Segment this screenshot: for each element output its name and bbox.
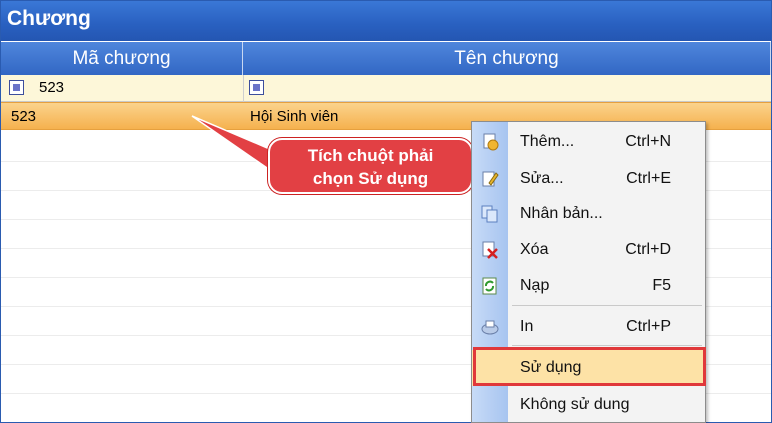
menu-item-shortcut: Ctrl+P — [626, 318, 671, 335]
refresh-icon — [482, 277, 497, 295]
menu-item-add[interactable]: Thêm... Ctrl+N — [472, 124, 705, 160]
menu-item-label: Không sử dung — [520, 396, 630, 413]
menu-item-label: Xóa — [520, 241, 549, 258]
menu-item-edit[interactable]: Sửa... Ctrl+E — [472, 161, 705, 197]
menu-item-shortcut: Ctrl+D — [625, 241, 671, 258]
instruction-callout: Tích chuột phải chọn Sử dụng — [268, 138, 473, 194]
menu-item-shortcut: F5 — [652, 277, 671, 294]
menu-item-do-not-use[interactable]: Không sử dung — [472, 387, 705, 423]
print-icon — [481, 320, 499, 335]
menu-item-label: Nạp — [520, 277, 550, 294]
menu-item-duplicate[interactable]: Nhân bản... — [472, 196, 705, 232]
menu-item-shortcut: Ctrl+E — [626, 170, 671, 187]
menu-item-delete[interactable]: Xóa Ctrl+D — [472, 232, 705, 268]
menu-item-label: Thêm... — [520, 133, 575, 150]
add-record-icon — [483, 133, 499, 151]
menu-item-refresh[interactable]: Nạp F5 — [472, 268, 705, 304]
edit-icon — [482, 171, 499, 187]
menu-item-label: In — [520, 318, 534, 335]
menu-item-label: Sửa... — [520, 170, 564, 187]
menu-item-print[interactable]: In Ctrl+P — [472, 309, 705, 345]
duplicate-icon — [481, 205, 498, 223]
callout-line-1: Tích chuột phải — [307, 146, 434, 165]
menu-separator — [512, 305, 702, 306]
callout-line-2: chọn Sử dụng — [312, 169, 429, 188]
delete-icon — [482, 241, 498, 259]
menu-item-label: Nhân bản... — [520, 205, 603, 222]
highlight-frame — [473, 347, 706, 386]
menu-item-shortcut: Ctrl+N — [625, 133, 671, 150]
menu-separator — [512, 345, 702, 346]
